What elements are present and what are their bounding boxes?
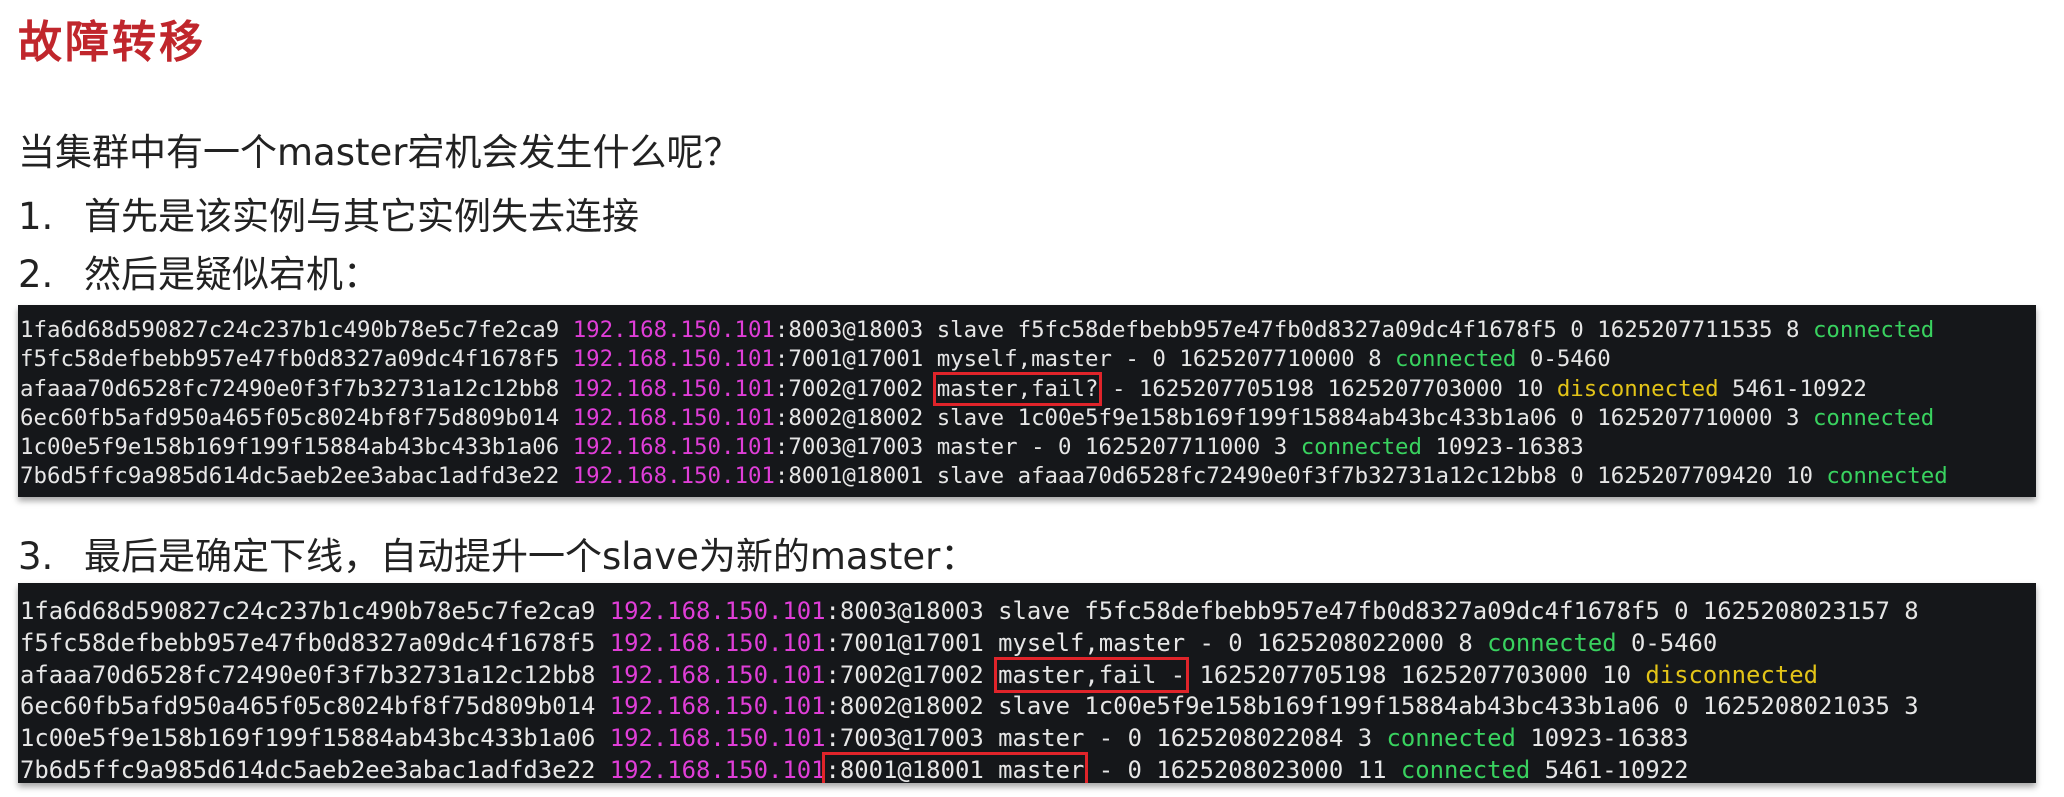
terminal-output-suspected-down: 1fa6d68d590827c24c237b1c490b78e5c7fe2ca9… [18,305,2036,497]
step-3: 3. 最后是确定下线，自动提升一个slave为新的master： [18,526,977,580]
step-1: 1. 首先是该实例与其它实例失去连接 [18,186,639,240]
step-2: 2. 然后是疑似宕机： [18,244,380,298]
terminal-line: f5fc58defbebb957e47fb0d8327a09dc4f1678f5… [20,346,1611,373]
terminal-line: 6ec60fb5afd950a465f05c8024bf8f75d809b014… [20,692,1919,721]
terminal-line: afaaa70d6528fc72490e0f3f7b32731a12c12bb8… [20,656,1818,693]
terminal-line: 7b6d5ffc9a985d614dc5aeb2ee3abac1adfd3e22… [20,751,1689,783]
terminal-line: f5fc58defbebb957e47fb0d8327a09dc4f1678f5… [20,628,1718,657]
terminal-line: 1fa6d68d590827c24c237b1c490b78e5c7fe2ca9… [20,317,1935,343]
highlight-box: master,fail? [932,371,1103,406]
step-text: 然后是疑似宕机： [84,253,380,296]
terminal-line: 6ec60fb5afd950a465f05c8024bf8f75d809b014… [20,404,1935,431]
step-text: 最后是确定下线，自动提升一个slave为新的master： [84,535,978,578]
terminal-output-failover: 1fa6d68d590827c24c237b1c490b78e5c7fe2ca9… [18,583,2036,783]
highlight-box: master,fail - [994,656,1190,693]
terminal-line: 7b6d5ffc9a985d614dc5aeb2ee3abac1adfd3e22… [20,463,1948,490]
step-number: 3. [18,535,54,578]
step-number: 1. [18,195,54,238]
terminal-line: 1c00e5f9e158b169f199f15884ab43bc433b1a06… [20,434,1584,461]
page-title: 故障转移 [18,17,206,68]
step-number: 2. [18,253,54,296]
terminal-line: 1c00e5f9e158b169f199f15884ab43bc433b1a06… [20,724,1689,753]
highlight-box: :8001@18001 master [821,751,1089,783]
step-text: 首先是该实例与其它实例失去连接 [84,195,639,238]
terminal-line: afaaa70d6528fc72490e0f3f7b32731a12c12bb8… [20,371,1867,406]
question-text: 当集群中有一个master宕机会发生什么呢？ [18,131,741,174]
terminal-line: 1fa6d68d590827c24c237b1c490b78e5c7fe2ca9… [20,597,1919,625]
